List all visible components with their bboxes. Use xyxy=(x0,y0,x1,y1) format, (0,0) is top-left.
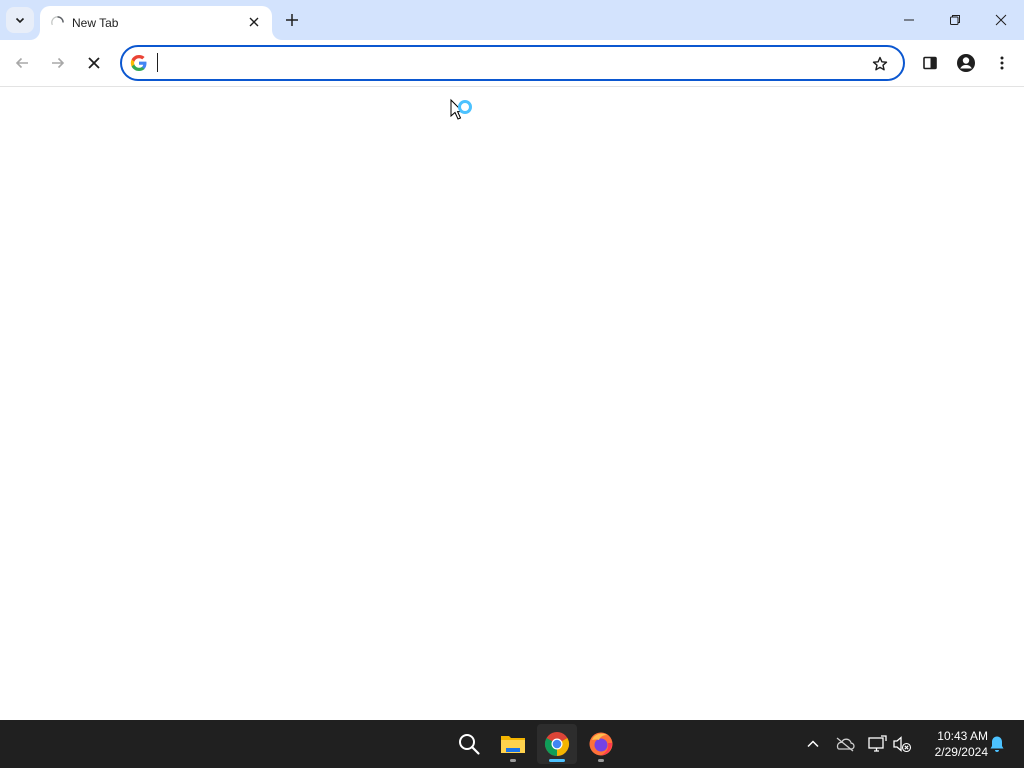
page-content xyxy=(0,87,1024,720)
taskbar-search-button[interactable] xyxy=(449,724,489,764)
forward-button[interactable] xyxy=(42,47,74,79)
profile-icon xyxy=(957,54,975,72)
chrome-menu-button[interactable] xyxy=(986,47,1018,79)
running-indicator xyxy=(510,759,516,762)
notification-center-button[interactable] xyxy=(985,732,1009,756)
side-panel-button[interactable] xyxy=(914,47,946,79)
busy-cursor-icon xyxy=(450,98,472,120)
google-icon xyxy=(130,55,147,71)
chevron-up-icon xyxy=(807,740,819,748)
close-window-button[interactable] xyxy=(978,0,1024,40)
back-icon xyxy=(15,57,28,69)
clock-date: 2/29/2024 xyxy=(934,745,988,759)
address-input[interactable] xyxy=(156,52,856,74)
network-tray-button[interactable] xyxy=(865,732,889,756)
stop-icon xyxy=(88,57,100,69)
bookmark-button[interactable] xyxy=(868,52,892,76)
forward-icon xyxy=(52,57,65,69)
loading-spinner-icon xyxy=(51,16,64,26)
taskbar-file-explorer[interactable] xyxy=(493,724,533,764)
running-indicator xyxy=(598,759,604,762)
text-caret xyxy=(157,53,158,72)
minimize-icon xyxy=(904,19,914,21)
tab-new-tab[interactable]: New Tab xyxy=(40,6,272,40)
network-icon xyxy=(868,735,887,752)
chrome-icon xyxy=(544,732,570,756)
active-indicator xyxy=(549,759,565,762)
volume-muted-icon xyxy=(893,736,912,753)
taskbar: 10:43 AM 2/29/2024 xyxy=(0,720,1024,768)
clock-time: 10:43 AM xyxy=(937,729,988,743)
file-explorer-icon xyxy=(501,736,525,753)
chevron-down-icon xyxy=(15,17,25,24)
show-hidden-icons-button[interactable] xyxy=(801,732,825,756)
onedrive-icon xyxy=(836,737,855,752)
new-tab-button[interactable] xyxy=(280,8,304,32)
stop-loading-button[interactable] xyxy=(78,47,110,79)
tab-strip: New Tab xyxy=(0,0,1024,40)
tab-title: New Tab xyxy=(72,16,119,30)
menu-icon xyxy=(1000,56,1004,70)
notification-bell-icon xyxy=(990,736,1004,752)
tab-close-button[interactable] xyxy=(245,13,263,31)
volume-tray-button[interactable] xyxy=(890,732,914,756)
close-icon xyxy=(995,14,1007,26)
search-icon xyxy=(459,734,480,755)
restore-button[interactable] xyxy=(932,0,978,40)
taskbar-clock[interactable]: 10:43 AM 2/29/2024 xyxy=(918,728,988,760)
plus-icon xyxy=(286,14,298,26)
restore-icon xyxy=(950,15,960,25)
side-panel-icon xyxy=(923,56,937,70)
close-icon xyxy=(249,17,259,27)
firefox-icon xyxy=(589,732,613,756)
taskbar-firefox[interactable] xyxy=(581,724,621,764)
minimize-button[interactable] xyxy=(886,0,932,40)
bookmark-star-icon xyxy=(872,56,888,71)
address-bar[interactable] xyxy=(120,45,905,81)
browser-toolbar xyxy=(0,40,1024,86)
onedrive-tray-button[interactable] xyxy=(833,732,857,756)
back-button[interactable] xyxy=(6,47,38,79)
profile-button[interactable] xyxy=(950,47,982,79)
taskbar-chrome[interactable] xyxy=(537,724,577,764)
